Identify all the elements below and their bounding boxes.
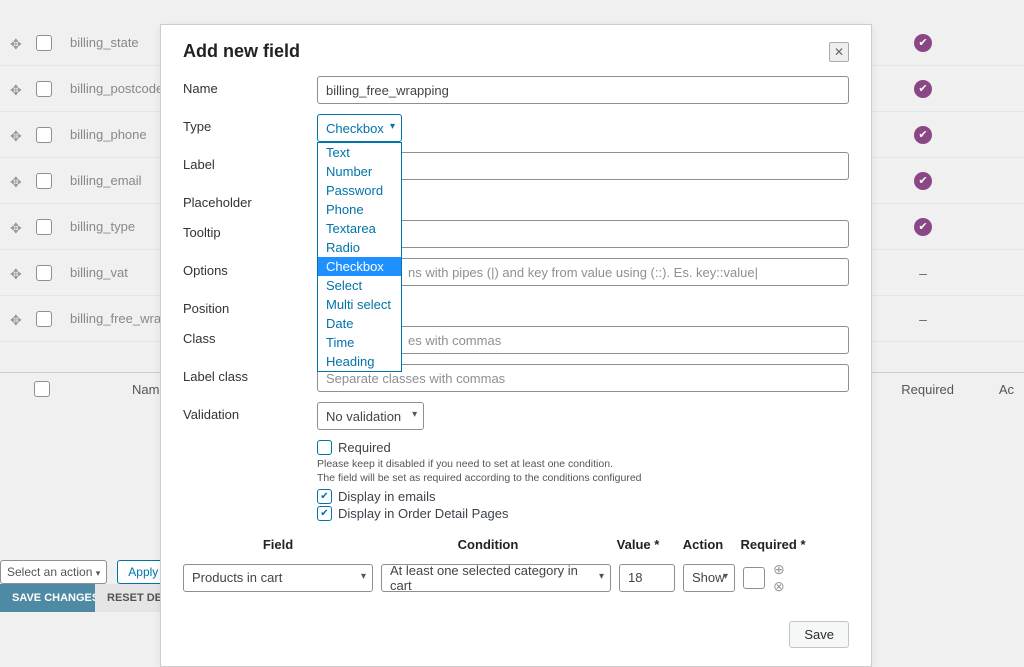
- field-name: billing_postcode: [70, 81, 163, 96]
- row-checkbox[interactable]: [36, 81, 52, 97]
- col-required: Required: [901, 382, 954, 397]
- type-option[interactable]: Radio: [318, 238, 401, 257]
- field-name: billing_phone: [70, 127, 147, 142]
- cond-action-select[interactable]: Show▾: [683, 564, 735, 592]
- row-checkbox[interactable]: [36, 35, 52, 51]
- type-option[interactable]: Select: [318, 276, 401, 295]
- modal-title: Add new field: [183, 41, 300, 62]
- display-order-label: Display in Order Detail Pages: [338, 506, 509, 521]
- required-label: Required: [338, 440, 391, 455]
- label-validation: Validation: [183, 402, 317, 422]
- conditions-header: Field Condition Value * Action Required …: [183, 537, 849, 552]
- chevron-down-icon: ▾: [390, 121, 395, 132]
- help-text: The field will be set as required accord…: [317, 471, 849, 485]
- status-badge: ✔: [914, 126, 932, 144]
- label-name: Name: [183, 76, 317, 96]
- label-class: Class: [183, 326, 317, 346]
- type-option[interactable]: Password: [318, 181, 401, 200]
- type-option[interactable]: Number: [318, 162, 401, 181]
- display-emails-checkbox[interactable]: [317, 489, 332, 504]
- close-icon[interactable]: ✕: [829, 42, 849, 62]
- status-badge: ✔: [914, 172, 932, 190]
- row-checkbox[interactable]: [36, 173, 52, 189]
- row-checkbox[interactable]: [36, 311, 52, 327]
- label-type: Type: [183, 114, 317, 134]
- drag-handle-icon[interactable]: ✥: [10, 82, 24, 96]
- display-order-checkbox[interactable]: [317, 506, 332, 521]
- cond-value-input[interactable]: [619, 564, 675, 592]
- type-option[interactable]: Text: [318, 143, 401, 162]
- type-option[interactable]: Textarea: [318, 219, 401, 238]
- required-checkbox[interactable]: [317, 440, 332, 455]
- bulk-action-select[interactable]: Select an action ▾: [0, 560, 107, 584]
- drag-handle-icon[interactable]: ✥: [10, 312, 24, 326]
- type-option[interactable]: Time: [318, 333, 401, 352]
- type-option[interactable]: Heading: [318, 352, 401, 371]
- cond-condition-select[interactable]: At least one selected category in cart▾: [381, 564, 611, 592]
- drag-handle-icon[interactable]: ✥: [10, 266, 24, 280]
- status-badge: –: [914, 264, 932, 282]
- label-tooltip: Tooltip: [183, 220, 317, 240]
- display-emails-label: Display in emails: [338, 489, 436, 504]
- status-badge: ✔: [914, 218, 932, 236]
- type-option[interactable]: Checkbox: [318, 257, 401, 276]
- name-input[interactable]: [317, 76, 849, 104]
- field-name: billing_state: [70, 35, 139, 50]
- remove-condition-icon[interactable]: ⊗: [773, 579, 785, 593]
- field-name: billing_email: [70, 173, 142, 188]
- label-label: Label: [183, 152, 317, 172]
- cond-field-select[interactable]: Products in cart▾: [183, 564, 373, 592]
- type-select[interactable]: Checkbox ▾: [317, 114, 402, 142]
- col-actions: Ac: [999, 382, 1014, 397]
- cond-required-checkbox[interactable]: [743, 567, 765, 589]
- validation-select[interactable]: No validation ▾: [317, 402, 424, 430]
- status-badge: ✔: [914, 80, 932, 98]
- row-checkbox[interactable]: [36, 219, 52, 235]
- drag-handle-icon[interactable]: ✥: [10, 128, 24, 142]
- row-checkbox[interactable]: [36, 127, 52, 143]
- type-option[interactable]: Date: [318, 314, 401, 333]
- type-option[interactable]: Phone: [318, 200, 401, 219]
- select-all-checkbox[interactable]: [34, 381, 50, 397]
- add-field-modal: Add new field ✕ Name Type Checkbox ▾ Tex…: [160, 24, 872, 667]
- save-button[interactable]: Save: [789, 621, 849, 648]
- status-badge: ✔: [914, 34, 932, 52]
- help-text: Please keep it disabled if you need to s…: [317, 457, 849, 471]
- chevron-down-icon: ▾: [412, 409, 417, 420]
- label-label-class: Label class: [183, 364, 317, 384]
- drag-handle-icon[interactable]: ✥: [10, 220, 24, 234]
- label-position: Position: [183, 296, 317, 316]
- label-placeholder: Placeholder: [183, 190, 317, 210]
- status-badge: –: [914, 310, 932, 328]
- drag-handle-icon[interactable]: ✥: [10, 174, 24, 188]
- row-checkbox[interactable]: [36, 265, 52, 281]
- field-name: billing_type: [70, 219, 135, 234]
- type-option[interactable]: Multi select: [318, 295, 401, 314]
- drag-handle-icon[interactable]: ✥: [10, 36, 24, 50]
- label-options: Options: [183, 258, 317, 278]
- field-name: billing_vat: [70, 265, 128, 280]
- add-condition-icon[interactable]: ⊕: [773, 562, 785, 576]
- condition-row: Products in cart▾ At least one selected …: [183, 562, 849, 593]
- type-dropdown: TextNumberPasswordPhoneTextareaRadioChec…: [317, 142, 402, 372]
